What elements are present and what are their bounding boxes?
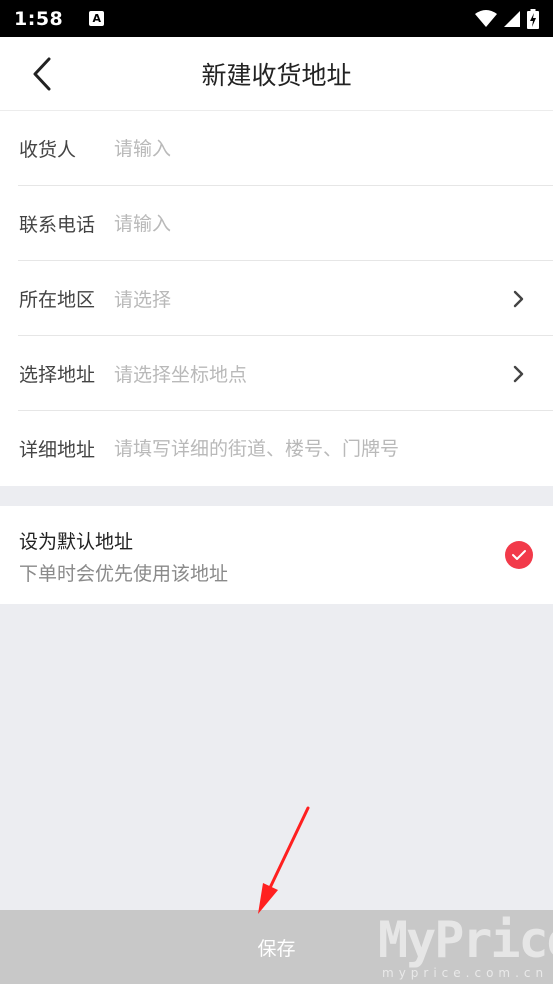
status-icons: [475, 8, 539, 29]
header: 新建收货地址: [0, 37, 553, 111]
chevron-right-icon: [499, 365, 539, 383]
form-row-phone: 联系电话: [0, 186, 553, 261]
form-row-region[interactable]: 所在地区 请选择: [0, 261, 553, 336]
detail-address-label: 详细地址: [19, 439, 96, 461]
status-bar: 1:58 A: [0, 0, 553, 37]
page-title: 新建收货地址: [201, 61, 352, 90]
form-row-location[interactable]: 选择地址 请选择坐标地点: [0, 336, 553, 411]
default-address-section[interactable]: 设为默认地址 下单时会优先使用该地址: [0, 506, 553, 604]
location-select[interactable]: 请选择坐标地点: [114, 360, 499, 387]
battery-charging-icon: [527, 8, 539, 29]
wifi-icon: [475, 9, 497, 27]
status-time: 1:58: [14, 7, 64, 30]
notification-a-icon: A: [89, 11, 105, 26]
form-row-detail-address: 详细地址: [0, 411, 553, 486]
checkmark-icon: [512, 550, 526, 560]
region-label: 所在地区: [19, 289, 96, 311]
detail-address-input[interactable]: [114, 428, 553, 469]
chevron-right-icon: [499, 290, 539, 308]
recipient-input[interactable]: [114, 128, 553, 169]
address-form: 收货人 联系电话 所在地区 请选择 选择地址 请选择坐标地点 详细地址: [0, 111, 553, 486]
save-button[interactable]: 保存: [0, 910, 553, 984]
save-button-label: 保存: [257, 937, 296, 960]
default-address-title: 设为默认地址: [19, 531, 134, 553]
phone-label: 联系电话: [19, 214, 96, 236]
phone-input[interactable]: [114, 203, 553, 244]
cell-signal-icon: [504, 10, 520, 27]
form-row-recipient: 收货人: [0, 111, 553, 186]
default-address-checkbox[interactable]: [505, 541, 533, 569]
region-select[interactable]: 请选择: [114, 285, 499, 312]
location-label: 选择地址: [19, 364, 96, 386]
default-address-subtitle: 下单时会优先使用该地址: [19, 563, 229, 585]
recipient-label: 收货人: [19, 139, 77, 161]
